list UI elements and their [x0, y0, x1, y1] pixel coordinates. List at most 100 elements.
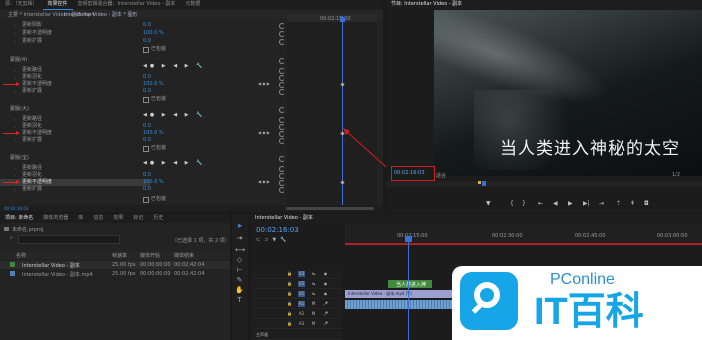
property-value[interactable]: 0.0: [143, 123, 151, 130]
keyframe-area[interactable]: [287, 18, 377, 208]
tab-effects[interactable]: 效果: [108, 214, 128, 223]
playhead-handle[interactable]: [340, 17, 345, 22]
keyframe-nav[interactable]: ◀ ◆ ▶: [258, 179, 270, 184]
timeline-playhead[interactable]: [408, 236, 409, 340]
checkbox[interactable]: [143, 47, 149, 53]
reset-icon[interactable]: [279, 124, 285, 130]
reset-icon[interactable]: [279, 180, 285, 186]
column-fps[interactable]: 帧速率: [112, 252, 127, 259]
property-value[interactable]: 100.0 %: [143, 30, 164, 37]
checkbox[interactable]: [143, 146, 149, 152]
program-ratio[interactable]: 1/2: [672, 172, 680, 178]
hand-tool-icon[interactable]: ✋: [235, 286, 244, 295]
track-select-icon[interactable]: ⇥: [235, 234, 244, 243]
go-to-in-icon[interactable]: ⇤: [538, 200, 543, 207]
track-label[interactable]: A2: [298, 311, 305, 317]
project-item[interactable]: Interstellar Video - 副本 25.00 fps 00:00:…: [0, 261, 230, 269]
mask-tools[interactable]: ◀● ▶ ◀ ▶ 🔧: [143, 63, 205, 69]
reset-icon[interactable]: [279, 82, 285, 88]
property-value[interactable]: 0.0: [143, 74, 151, 81]
play-icon[interactable]: ▶: [568, 200, 573, 207]
camera-icon[interactable]: ◘: [644, 200, 649, 207]
tab-source[interactable]: 源：（无剪辑）: [0, 0, 43, 9]
project-item[interactable]: Interstellar Video - 副本.mp4 25.00 fps 00…: [0, 270, 230, 278]
step-back-icon[interactable]: ◀: [553, 200, 558, 207]
reset-icon[interactable]: [279, 31, 285, 37]
track-lock-icon[interactable]: 🔒: [286, 301, 293, 307]
mic-icon[interactable]: 🎤: [322, 311, 329, 317]
work-area-bar[interactable]: [345, 243, 702, 245]
video-frame[interactable]: 当人类进入神秘的太空: [434, 10, 702, 176]
type-tool-icon[interactable]: T: [235, 296, 244, 305]
tab-history[interactable]: 历史: [148, 214, 168, 223]
column-media-end[interactable]: 媒体结束: [174, 252, 194, 259]
graphic-clip[interactable]: 当人类进入神: [388, 280, 432, 288]
chevron-right-icon[interactable]: ›: [14, 89, 16, 94]
chevron-right-icon[interactable]: ›: [14, 39, 16, 44]
reset-icon[interactable]: [279, 58, 285, 64]
chevron-right-icon[interactable]: ›: [14, 187, 16, 192]
reset-icon[interactable]: [279, 23, 285, 29]
track-lock-icon[interactable]: 🔒: [286, 291, 293, 297]
mask-tools[interactable]: ◀● ▶ ◀ ▶ 🔧: [143, 160, 205, 166]
tab-library[interactable]: 库: [73, 214, 88, 223]
tab-metadata[interactable]: 元数据: [180, 0, 205, 9]
tab-info[interactable]: 信息: [88, 214, 108, 223]
mic-icon[interactable]: 🎤: [322, 321, 329, 327]
track-label[interactable]: A3: [298, 321, 305, 327]
property-value[interactable]: 0.0: [143, 22, 151, 29]
chevron-right-icon[interactable]: ›: [14, 173, 16, 178]
timeline-playhead-handle[interactable]: [405, 236, 412, 242]
reset-icon[interactable]: [279, 39, 285, 45]
chevron-right-icon[interactable]: ›: [14, 68, 16, 73]
sync-lock-icon[interactable]: ⇆: [310, 281, 317, 287]
wrench-icon[interactable]: 🔧: [280, 237, 290, 243]
track-label[interactable]: V2: [298, 281, 305, 287]
reset-icon[interactable]: [279, 131, 285, 137]
tab-project[interactable]: 项目: 未命名: [0, 214, 38, 223]
track-lock-icon[interactable]: 🔒: [286, 271, 293, 277]
chevron-right-icon[interactable]: ›: [14, 124, 16, 129]
mark-out-icon[interactable]: }: [522, 200, 526, 207]
mute-icon[interactable]: M: [310, 321, 317, 327]
pen-tool-icon[interactable]: ✎: [235, 276, 244, 285]
timeline-title[interactable]: Interstellar Video - 副本: [250, 214, 318, 223]
keyframe-ruler[interactable]: 00:02:15:00: [287, 14, 377, 22]
go-to-out-icon[interactable]: ⇥: [599, 200, 604, 207]
mask-tools[interactable]: ◀● ▶ ◀ ▶ 🔧: [143, 112, 205, 118]
program-scrubber[interactable]: [386, 181, 702, 187]
project-search-input[interactable]: [18, 235, 120, 244]
track-label[interactable]: V3: [298, 271, 305, 277]
program-fit[interactable]: 适合: [436, 172, 446, 179]
sync-lock-icon[interactable]: ⇆: [310, 291, 317, 297]
mic-icon[interactable]: 🎤: [322, 301, 329, 307]
eye-icon[interactable]: ◉: [322, 281, 329, 287]
track-lock-icon[interactable]: 🔒: [286, 281, 293, 287]
reset-icon[interactable]: [279, 166, 285, 172]
slip-tool-icon[interactable]: ⊢: [235, 266, 244, 275]
keyframe-nav[interactable]: ◀ ◆ ▶: [258, 81, 270, 86]
property-value[interactable]: 100.0 %: [143, 130, 164, 137]
step-forward-icon[interactable]: ▶|: [583, 200, 590, 207]
reset-icon[interactable]: [279, 68, 285, 74]
reset-icon[interactable]: [279, 107, 285, 113]
lift-icon[interactable]: ⇡: [616, 200, 621, 207]
property-value[interactable]: 100.0 %: [143, 81, 164, 88]
mute-icon[interactable]: M: [310, 301, 317, 307]
chevron-right-icon[interactable]: ›: [14, 117, 16, 122]
tab-media-browser[interactable]: 媒体浏览器: [38, 214, 73, 223]
selection-tool-icon[interactable]: ➤: [235, 222, 244, 231]
timeline-ruler[interactable]: 00:02:15:00 00:02:30:00 00:02:45:00 00:0…: [345, 224, 702, 246]
ripple-edit-icon[interactable]: ⟷: [235, 246, 245, 255]
track-label[interactable]: V1: [298, 291, 305, 297]
mark-in-icon[interactable]: {: [510, 200, 514, 207]
eye-icon[interactable]: ◉: [322, 291, 329, 297]
reset-icon[interactable]: [279, 138, 285, 144]
sync-lock-icon[interactable]: ⇆: [310, 271, 317, 277]
chevron-right-icon[interactable]: ›: [14, 75, 16, 80]
program-title[interactable]: 节目: Interstellar Video - 副本: [386, 0, 467, 9]
column-media-start[interactable]: 媒体开始: [140, 252, 160, 259]
keyframe-nav[interactable]: ◀ ◆ ▶: [258, 130, 270, 135]
track-lock-icon[interactable]: 🔒: [286, 311, 293, 317]
chevron-right-icon[interactable]: ›: [14, 31, 16, 36]
